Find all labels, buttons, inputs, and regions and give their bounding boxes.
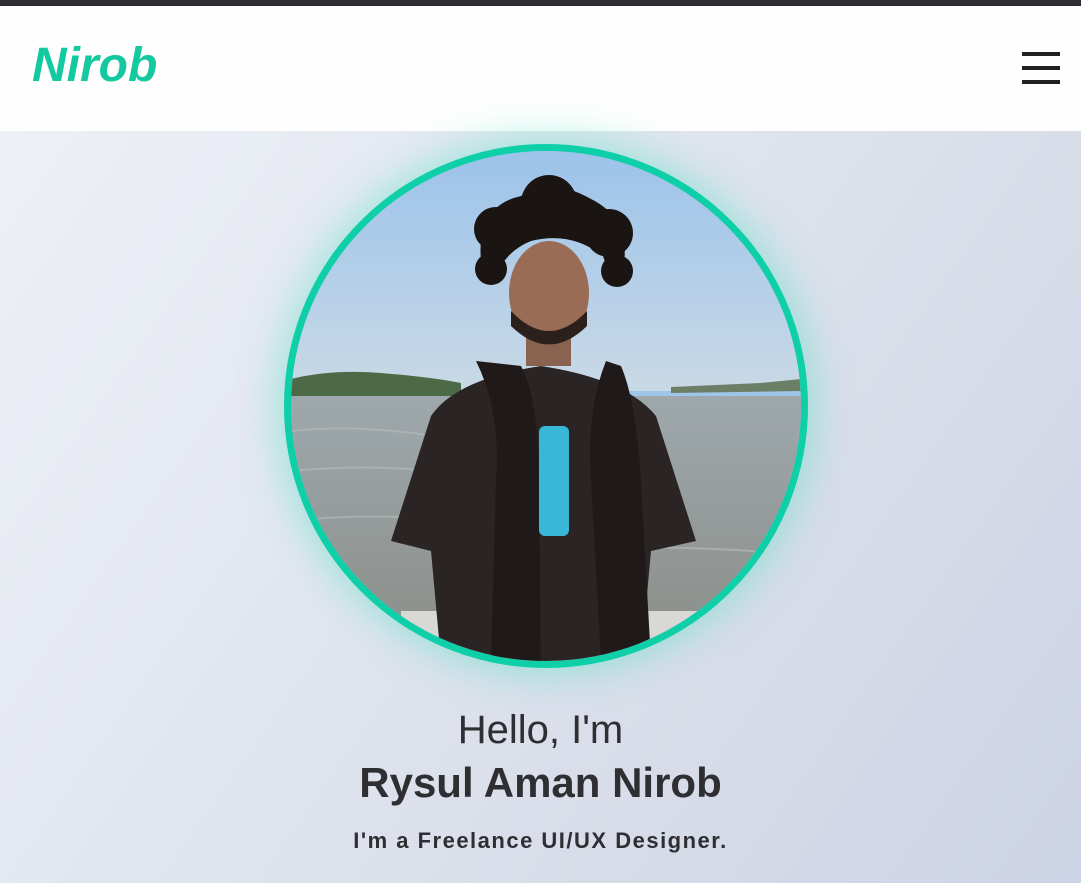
hero-section: Hello, I'm Rysul Aman Nirob I'm a Freela… [0,131,1081,883]
hero-greeting: Hello, I'm [457,708,624,752]
hero-name: Rysul Aman Nirob [359,759,722,806]
site-header: Nirob [0,6,1081,131]
brand-logo[interactable]: Nirob [32,38,157,94]
profile-photo [284,144,808,668]
menu-bar [1022,80,1060,84]
menu-bar [1022,66,1060,70]
menu-bar [1022,52,1060,56]
hero-tagline: I'm a Freelance UI/UX Designer. [353,828,728,853]
hamburger-menu-icon[interactable] [1018,50,1062,90]
profile-photo-illustration [291,151,801,661]
